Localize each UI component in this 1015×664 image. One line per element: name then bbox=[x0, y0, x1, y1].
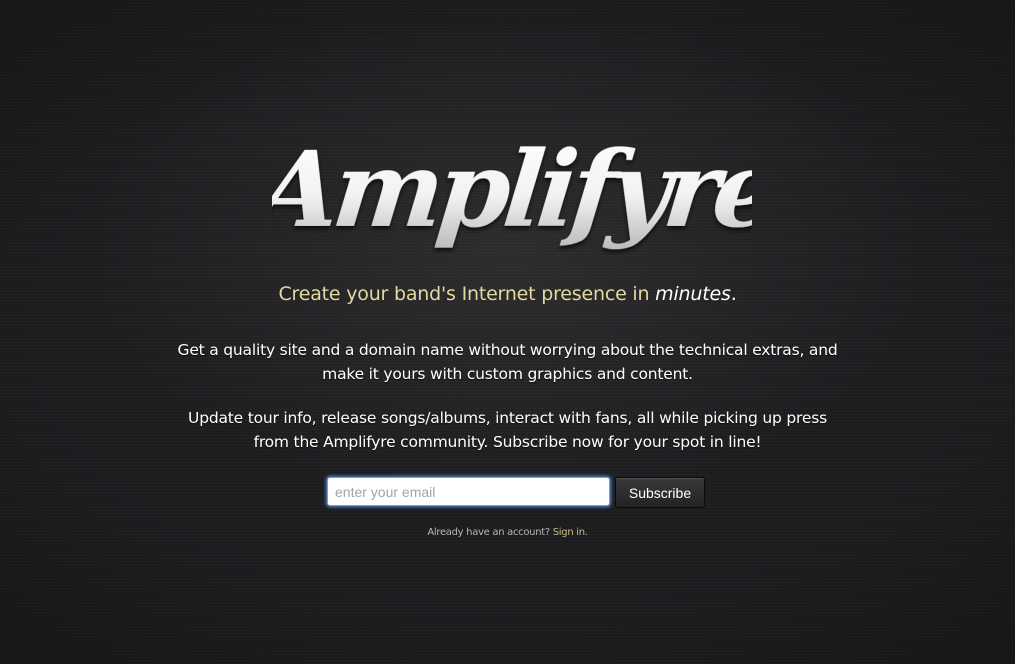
intro-line: make it yours with custom graphics and c… bbox=[322, 365, 693, 383]
signin-prompt: Already have an account? Sign in. bbox=[0, 527, 1015, 538]
signin-suffix: . bbox=[584, 527, 588, 538]
amplifyre-logo: Amplifyre bbox=[272, 118, 752, 278]
intro-paragraph-2: Update tour info, release songs/albums, … bbox=[0, 406, 1015, 454]
tagline-period: . bbox=[730, 283, 737, 305]
tagline-text: Create your band's Internet presence in bbox=[278, 283, 656, 305]
intro-line: Get a quality site and a domain name wit… bbox=[177, 341, 838, 359]
intro-line: Update tour info, release songs/albums, … bbox=[188, 409, 827, 427]
landing-page: Amplifyre Create your band's Internet pr… bbox=[0, 0, 1015, 664]
sign-in-link[interactable]: Sign in bbox=[553, 527, 585, 538]
email-field[interactable] bbox=[327, 477, 610, 506]
tagline-emphasis: minutes bbox=[655, 283, 731, 305]
intro-paragraph-1: Get a quality site and a domain name wit… bbox=[0, 338, 1015, 386]
logo-wordmark: Amplifyre bbox=[272, 128, 752, 251]
subscribe-button[interactable]: Subscribe bbox=[615, 477, 705, 508]
logo-text: Amplifyre bbox=[272, 128, 752, 251]
intro-line: from the Amplifyre community. Subscribe … bbox=[253, 433, 762, 451]
subscribe-form: Subscribe bbox=[327, 477, 707, 508]
tagline: Create your band's Internet presence in … bbox=[0, 283, 1015, 305]
signin-prompt-text: Already have an account? bbox=[427, 527, 553, 538]
